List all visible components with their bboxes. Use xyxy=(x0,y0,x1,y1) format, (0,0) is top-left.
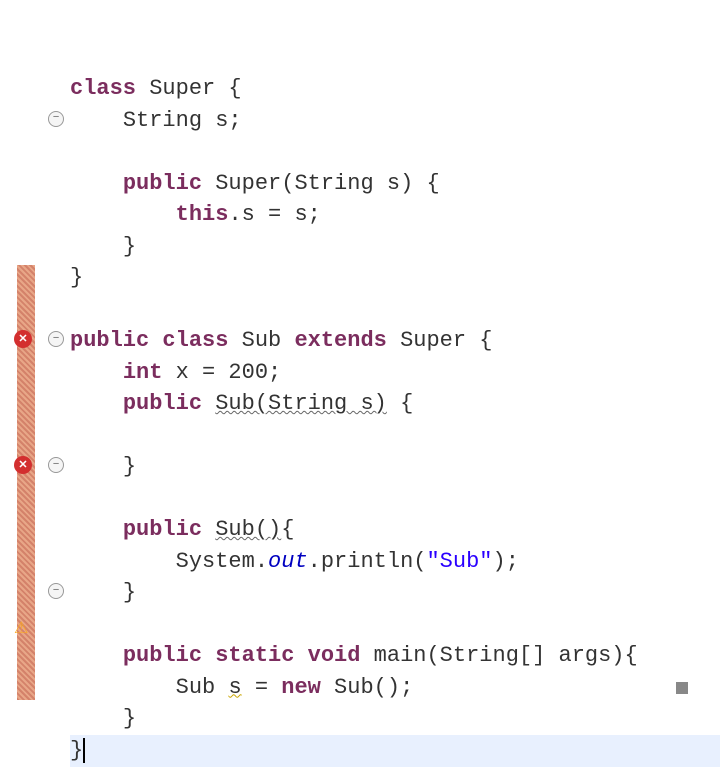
static-field-token: out xyxy=(268,549,308,574)
keyword-token: this xyxy=(176,202,229,227)
text-token: .println( xyxy=(308,549,427,574)
text-token xyxy=(202,391,215,416)
text-token: } xyxy=(123,706,136,731)
code-line[interactable]: public Sub(String s) { xyxy=(70,388,720,420)
text-token: = xyxy=(242,675,282,700)
code-line[interactable]: int x = 200; xyxy=(70,357,720,389)
code-line[interactable]: String s; xyxy=(70,105,720,137)
keyword-token: public xyxy=(123,643,202,668)
keyword-token: int xyxy=(123,360,163,385)
text-token: Sub(); xyxy=(321,675,413,700)
text-token: x = 200; xyxy=(162,360,281,385)
text-token xyxy=(294,643,307,668)
text-token: } xyxy=(123,234,136,259)
text-token xyxy=(149,328,162,353)
text-token: } xyxy=(70,265,83,290)
code-line[interactable]: public class Sub extends Super { xyxy=(70,325,720,357)
code-line[interactable]: } xyxy=(70,231,720,263)
current-line-highlight xyxy=(70,735,720,767)
keyword-token: public xyxy=(123,391,202,416)
error-underline-token: Sub() xyxy=(215,517,281,542)
text-token: String s; xyxy=(123,108,242,133)
error-icon[interactable] xyxy=(14,456,32,474)
code-line[interactable]: } xyxy=(70,577,720,609)
keyword-token: void xyxy=(308,643,361,668)
code-line[interactable]: public Sub(){ xyxy=(70,514,720,546)
warning-underline-token: s xyxy=(228,675,241,700)
text-token: { xyxy=(387,391,413,416)
keyword-token: extends xyxy=(294,328,386,353)
code-line[interactable] xyxy=(70,294,720,326)
text-token: Sub xyxy=(176,675,229,700)
code-line[interactable]: } xyxy=(70,703,720,735)
code-line[interactable] xyxy=(70,420,720,452)
keyword-token: public xyxy=(123,171,202,196)
code-line[interactable]: } xyxy=(70,451,720,483)
code-line[interactable]: public Super(String s) { xyxy=(70,168,720,200)
code-line[interactable]: System.out.println("Sub"); xyxy=(70,546,720,578)
code-line[interactable] xyxy=(70,483,720,515)
keyword-token: class xyxy=(162,328,228,353)
keyword-token: public xyxy=(123,517,202,542)
text-token: System. xyxy=(176,549,268,574)
text-token xyxy=(202,517,215,542)
text-cursor xyxy=(83,738,98,763)
text-token: Super { xyxy=(136,76,242,101)
keyword-token: class xyxy=(70,76,136,101)
text-token xyxy=(202,643,215,668)
string-token: "Sub" xyxy=(426,549,492,574)
warning-icon[interactable] xyxy=(14,615,32,633)
code-line[interactable]: Sub s = new Sub(); xyxy=(70,672,720,704)
code-area[interactable]: class Super { String s; public Super(Str… xyxy=(45,0,720,712)
keyword-token: new xyxy=(281,675,321,700)
code-editor[interactable]: class Super { String s; public Super(Str… xyxy=(0,0,720,712)
text-token: Sub xyxy=(228,328,294,353)
error-icon[interactable] xyxy=(14,330,32,348)
code-line[interactable]: } xyxy=(70,262,720,294)
keyword-token: public xyxy=(70,328,149,353)
text-token: } xyxy=(70,738,83,763)
error-underline-token: Sub(String s) xyxy=(215,391,387,416)
text-token: { xyxy=(281,517,294,542)
code-line[interactable] xyxy=(70,609,720,641)
code-line[interactable]: } xyxy=(70,735,720,767)
code-line[interactable]: class Super { xyxy=(70,73,720,105)
text-token: } xyxy=(123,454,136,479)
keyword-token: static xyxy=(215,643,294,668)
text-token: main(String[] args){ xyxy=(360,643,637,668)
code-line[interactable] xyxy=(70,136,720,168)
editor-gutter xyxy=(0,0,45,712)
code-line[interactable]: this.s = s; xyxy=(70,199,720,231)
text-token: Super(String s) { xyxy=(202,171,440,196)
text-token: Super { xyxy=(387,328,493,353)
code-line[interactable]: public static void main(String[] args){ xyxy=(70,640,720,672)
text-token: ); xyxy=(493,549,519,574)
scroll-indicator xyxy=(676,682,688,694)
text-token: } xyxy=(123,580,136,605)
text-token: .s = s; xyxy=(228,202,320,227)
